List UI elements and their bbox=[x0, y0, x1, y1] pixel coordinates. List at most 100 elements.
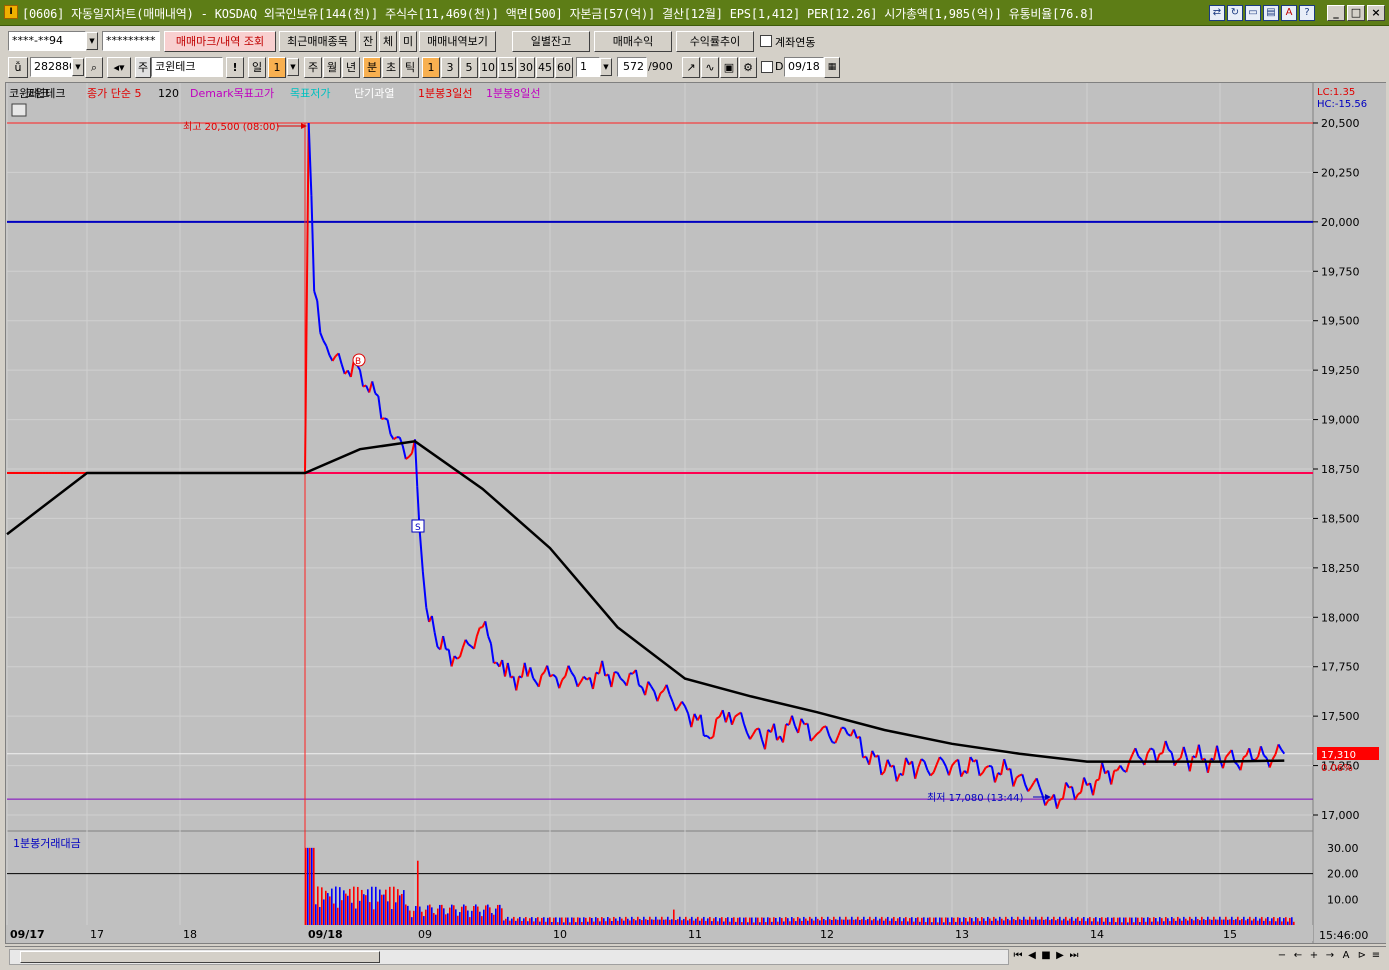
interval-week-button[interactable]: 주 bbox=[304, 57, 322, 78]
settings-icon[interactable]: ⚙ bbox=[739, 57, 757, 78]
hc-label: HC:-15.56 bbox=[1317, 99, 1367, 110]
minute-15-button[interactable]: 15 bbox=[498, 57, 516, 78]
stock-name-field[interactable]: 코윈테크 bbox=[151, 57, 223, 77]
minute-45-button[interactable]: 45 bbox=[536, 57, 554, 78]
volume-bar bbox=[413, 910, 415, 925]
code-dropdown-icon[interactable]: ▼ bbox=[72, 58, 84, 76]
last-icon[interactable]: ⏭ bbox=[1067, 949, 1081, 965]
stock-code-field[interactable]: 282880 bbox=[30, 57, 72, 77]
account-field[interactable]: ****-**94 bbox=[8, 31, 86, 51]
scroll-thumb[interactable] bbox=[20, 951, 380, 963]
interval-year-button[interactable]: 년 bbox=[342, 57, 360, 78]
volume-bar bbox=[521, 921, 523, 925]
help-icon[interactable]: ? bbox=[1299, 5, 1315, 21]
indicator-icon[interactable]: ∿ bbox=[701, 57, 719, 78]
volume-bar bbox=[737, 917, 739, 925]
date-checkbox[interactable] bbox=[761, 61, 773, 73]
interval-second-button[interactable]: 초 bbox=[382, 57, 400, 78]
volume-bar bbox=[1023, 916, 1025, 925]
filled-button[interactable]: 체 bbox=[379, 31, 397, 52]
refresh-icon[interactable]: ↻ bbox=[1227, 5, 1243, 21]
maximize-button[interactable]: □ bbox=[1347, 5, 1365, 21]
magnifier-icon[interactable]: ⌕ bbox=[85, 57, 103, 78]
zoom-out-icon[interactable]: − bbox=[1275, 949, 1289, 965]
volume-bar bbox=[1207, 916, 1209, 925]
balance-button[interactable]: 잔 bbox=[359, 31, 377, 52]
chart-svg[interactable]: 20,500 20,250 20,000 19,750 19,500 19,250 19,0… bbox=[5, 83, 1386, 943]
volume-bar bbox=[879, 918, 881, 925]
volume-bar bbox=[633, 918, 635, 925]
period-value-button[interactable]: 1 bbox=[268, 57, 286, 78]
prev-icon[interactable]: ◀ bbox=[1025, 949, 1039, 965]
volume-bar bbox=[1249, 916, 1251, 925]
volume-bar bbox=[803, 916, 805, 925]
font-icon[interactable]: A bbox=[1281, 5, 1297, 21]
interval-month-button[interactable]: 월 bbox=[323, 57, 341, 78]
menu-icon[interactable]: ≡ bbox=[1369, 949, 1383, 965]
window-icon[interactable]: ▭ bbox=[1245, 5, 1261, 21]
bars-field[interactable]: 572 bbox=[617, 57, 647, 77]
count-dropdown-icon[interactable]: ▼ bbox=[600, 58, 612, 76]
volume-bar bbox=[679, 916, 681, 925]
minimize-button[interactable]: _ bbox=[1327, 5, 1345, 21]
minute-5-button[interactable]: 5 bbox=[460, 57, 478, 78]
volume-bar bbox=[871, 920, 873, 925]
stop-icon[interactable]: ■ bbox=[1039, 949, 1053, 965]
volume-bar bbox=[917, 917, 919, 925]
minute-1-button[interactable]: 1 bbox=[422, 57, 440, 78]
trade-profit-button[interactable]: 매매수익 bbox=[594, 31, 672, 52]
password-field[interactable]: ********* bbox=[102, 31, 160, 51]
count-field[interactable]: 1 bbox=[576, 57, 600, 77]
x-tick-label: 14 bbox=[1090, 928, 1104, 941]
volume-bar bbox=[1127, 922, 1129, 925]
minute-10-button[interactable]: 10 bbox=[479, 57, 497, 78]
chart-type-icon[interactable]: ↗ bbox=[682, 57, 700, 78]
volume-bar bbox=[1229, 919, 1231, 925]
zoom-in-icon[interactable]: + bbox=[1307, 949, 1321, 965]
pan-right-icon[interactable]: → bbox=[1323, 949, 1337, 965]
volume-bar bbox=[927, 917, 929, 925]
volume-bar bbox=[589, 917, 591, 925]
volume-bar bbox=[653, 919, 655, 925]
next-icon[interactable]: ▶ bbox=[1053, 949, 1067, 965]
alert-button[interactable]: ! bbox=[226, 57, 244, 78]
interval-minute-button[interactable]: 분 bbox=[363, 57, 381, 78]
print-icon[interactable]: ▤ bbox=[1263, 5, 1279, 21]
volume-bar bbox=[461, 906, 463, 925]
period-dropdown-icon[interactable]: ▼ bbox=[287, 58, 299, 76]
pan-left-icon[interactable]: ← bbox=[1291, 949, 1305, 965]
return-trend-button[interactable]: 수익률추이 bbox=[676, 31, 754, 52]
link-icon[interactable]: ⇄ bbox=[1209, 5, 1225, 21]
trade-history-button[interactable]: 매매내역보기 bbox=[419, 31, 496, 52]
volume-bar bbox=[343, 890, 345, 925]
close-button[interactable]: × bbox=[1367, 5, 1385, 21]
daily-balance-button[interactable]: 일별잔고 bbox=[512, 31, 590, 52]
minute-60-button[interactable]: 60 bbox=[555, 57, 573, 78]
volume-bar bbox=[483, 909, 485, 925]
date-field[interactable]: 09/18 bbox=[784, 57, 824, 77]
horizontal-scrollbar[interactable] bbox=[9, 949, 1009, 965]
first-icon[interactable]: ⏮ bbox=[1011, 949, 1025, 965]
save-icon[interactable]: ▣ bbox=[720, 57, 738, 78]
interval-tick-button[interactable]: 틱 bbox=[401, 57, 419, 78]
speaker-icon[interactable]: ◂▾ bbox=[107, 57, 131, 78]
trade-mark-query-button[interactable]: 매매마크/내역 조회 bbox=[164, 31, 276, 52]
grid-toggle-icon[interactable] bbox=[11, 103, 27, 117]
account-link-checkbox[interactable] bbox=[760, 35, 772, 47]
pin-icon[interactable]: ⊳ bbox=[1355, 949, 1369, 965]
stock-search-icon[interactable]: ǚ bbox=[8, 57, 28, 78]
account-dropdown-icon[interactable]: ▼ bbox=[86, 32, 98, 50]
volume-bar bbox=[321, 887, 323, 925]
volume-bar bbox=[479, 911, 481, 925]
minute-3-button[interactable]: 3 bbox=[441, 57, 459, 78]
period-day-button[interactable]: 일 bbox=[248, 57, 266, 78]
volume-bar bbox=[623, 920, 625, 925]
volume-bar bbox=[355, 908, 357, 925]
unfilled-button[interactable]: 미 bbox=[399, 31, 417, 52]
volume-bar bbox=[571, 917, 573, 925]
recent-trades-button[interactable]: 최근매매종목 bbox=[279, 31, 356, 52]
minute-30-button[interactable]: 30 bbox=[517, 57, 535, 78]
calendar-icon[interactable]: ▦ bbox=[824, 57, 840, 78]
volume-bar bbox=[707, 918, 709, 925]
auto-icon[interactable]: A bbox=[1339, 949, 1353, 965]
